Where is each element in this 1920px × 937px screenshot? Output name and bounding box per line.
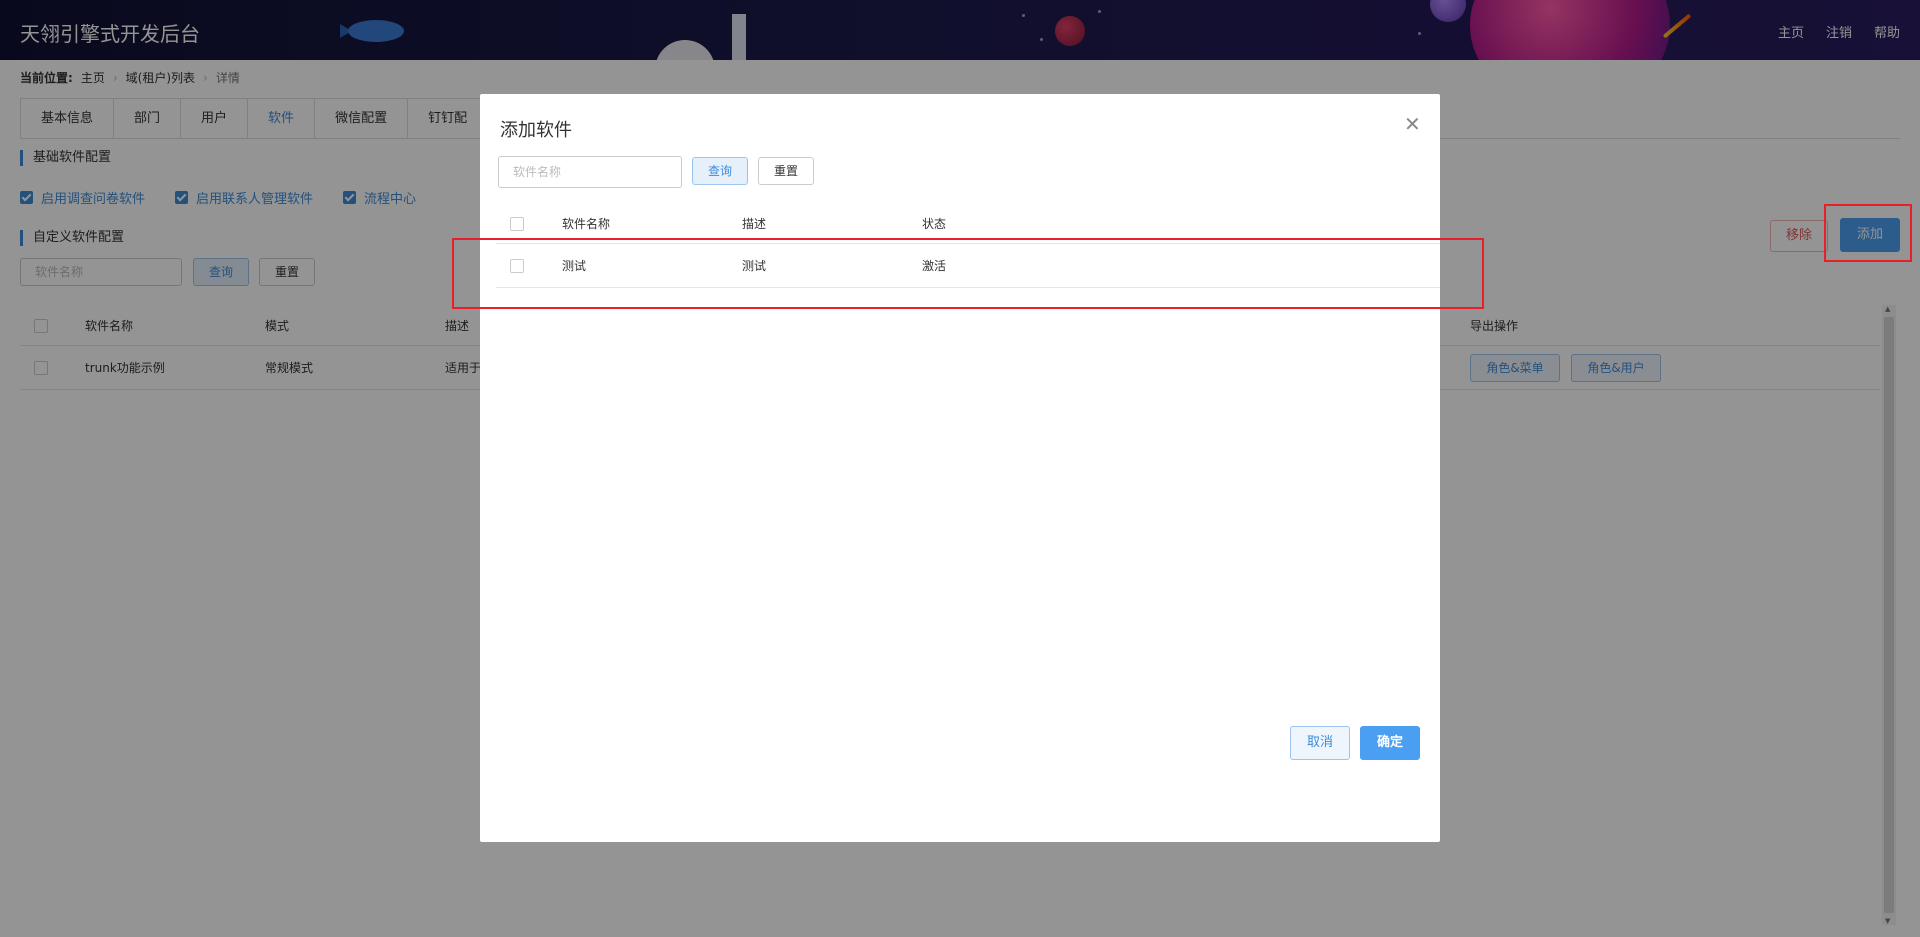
- dialog-title: 添加软件: [500, 120, 572, 141]
- confirm-button[interactable]: 确定: [1360, 726, 1420, 760]
- cell-software-name: 测试: [562, 259, 587, 273]
- close-icon[interactable]: ✕: [1404, 112, 1421, 136]
- dialog-reset-button[interactable]: 重置: [758, 157, 814, 185]
- dialog-query-button[interactable]: 查询: [692, 157, 748, 185]
- dialog-search-input[interactable]: [498, 156, 682, 188]
- column-header: 描述: [742, 217, 767, 231]
- cell-status: 激活: [922, 259, 947, 273]
- dialog-row-checkbox[interactable]: [510, 244, 524, 287]
- table-row[interactable]: 测试 测试 激活: [496, 244, 1440, 288]
- column-header: 状态: [922, 217, 947, 231]
- dialog-table-header: 软件名称 描述 状态: [496, 204, 1440, 244]
- dialog-select-all-checkbox[interactable]: [510, 204, 524, 243]
- cancel-button[interactable]: 取消: [1290, 726, 1350, 760]
- checkbox-unchecked-icon: [510, 216, 524, 231]
- column-header: 软件名称: [562, 217, 611, 231]
- cell-description: 测试: [742, 259, 767, 273]
- add-software-dialog: 添加软件 ✕ 查询 重置 软件名称 描述 状态 测试 测试 激活 取消 确定: [480, 94, 1440, 842]
- checkbox-unchecked-icon: [510, 258, 524, 273]
